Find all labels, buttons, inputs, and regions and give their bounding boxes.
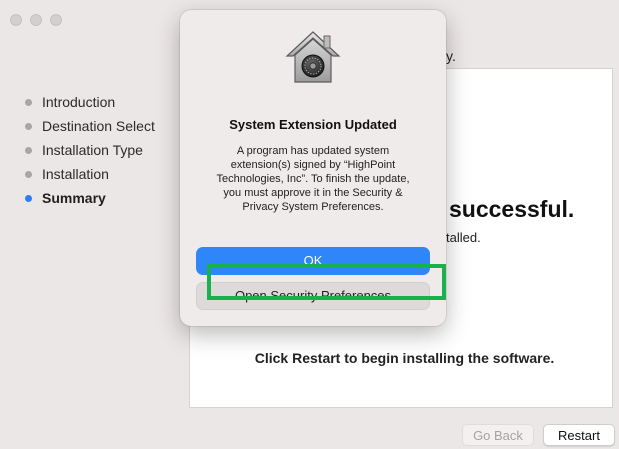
minimize-window-button[interactable] bbox=[30, 14, 42, 26]
restart-instruction: Click Restart to begin installing the so… bbox=[254, 350, 555, 366]
install-result-headline: successful. bbox=[449, 196, 575, 222]
sidebar-step-destination-select: Destination Select bbox=[22, 116, 155, 140]
sidebar-step-introduction: Introduction bbox=[22, 92, 155, 116]
step-label: Introduction bbox=[42, 94, 116, 110]
step-bullet-icon bbox=[25, 123, 32, 130]
sidebar-step-summary: Summary bbox=[22, 188, 155, 212]
close-window-button[interactable] bbox=[10, 14, 22, 26]
ok-button[interactable]: OK bbox=[196, 247, 430, 275]
zoom-window-button[interactable] bbox=[50, 14, 62, 26]
step-bullet-icon bbox=[25, 147, 32, 154]
step-bullet-icon bbox=[25, 171, 32, 178]
step-bullet-icon bbox=[25, 99, 32, 106]
current-step-bullet-icon bbox=[25, 195, 32, 202]
security-lock-house-icon bbox=[285, 31, 341, 83]
go-back-button[interactable]: Go Back bbox=[462, 424, 534, 446]
step-label: Destination Select bbox=[42, 118, 155, 134]
restart-button[interactable]: Restart bbox=[543, 424, 615, 446]
installer-steps-sidebar: Introduction Destination Select Installa… bbox=[22, 92, 155, 212]
sidebar-step-installation: Installation bbox=[22, 164, 155, 188]
install-result-subtext: talled. bbox=[446, 230, 481, 245]
sidebar-step-installation-type: Installation Type bbox=[22, 140, 155, 164]
step-label: Installation Type bbox=[42, 142, 143, 158]
dialog-title: System Extension Updated bbox=[229, 117, 397, 132]
system-extension-dialog: System Extension Updated A program has u… bbox=[180, 10, 446, 326]
step-label: Summary bbox=[42, 190, 106, 206]
dialog-message: A program has updated system extension(s… bbox=[216, 145, 410, 213]
open-security-preferences-button[interactable]: Open Security Preferences bbox=[196, 282, 430, 310]
step-label: Installation bbox=[42, 166, 109, 182]
